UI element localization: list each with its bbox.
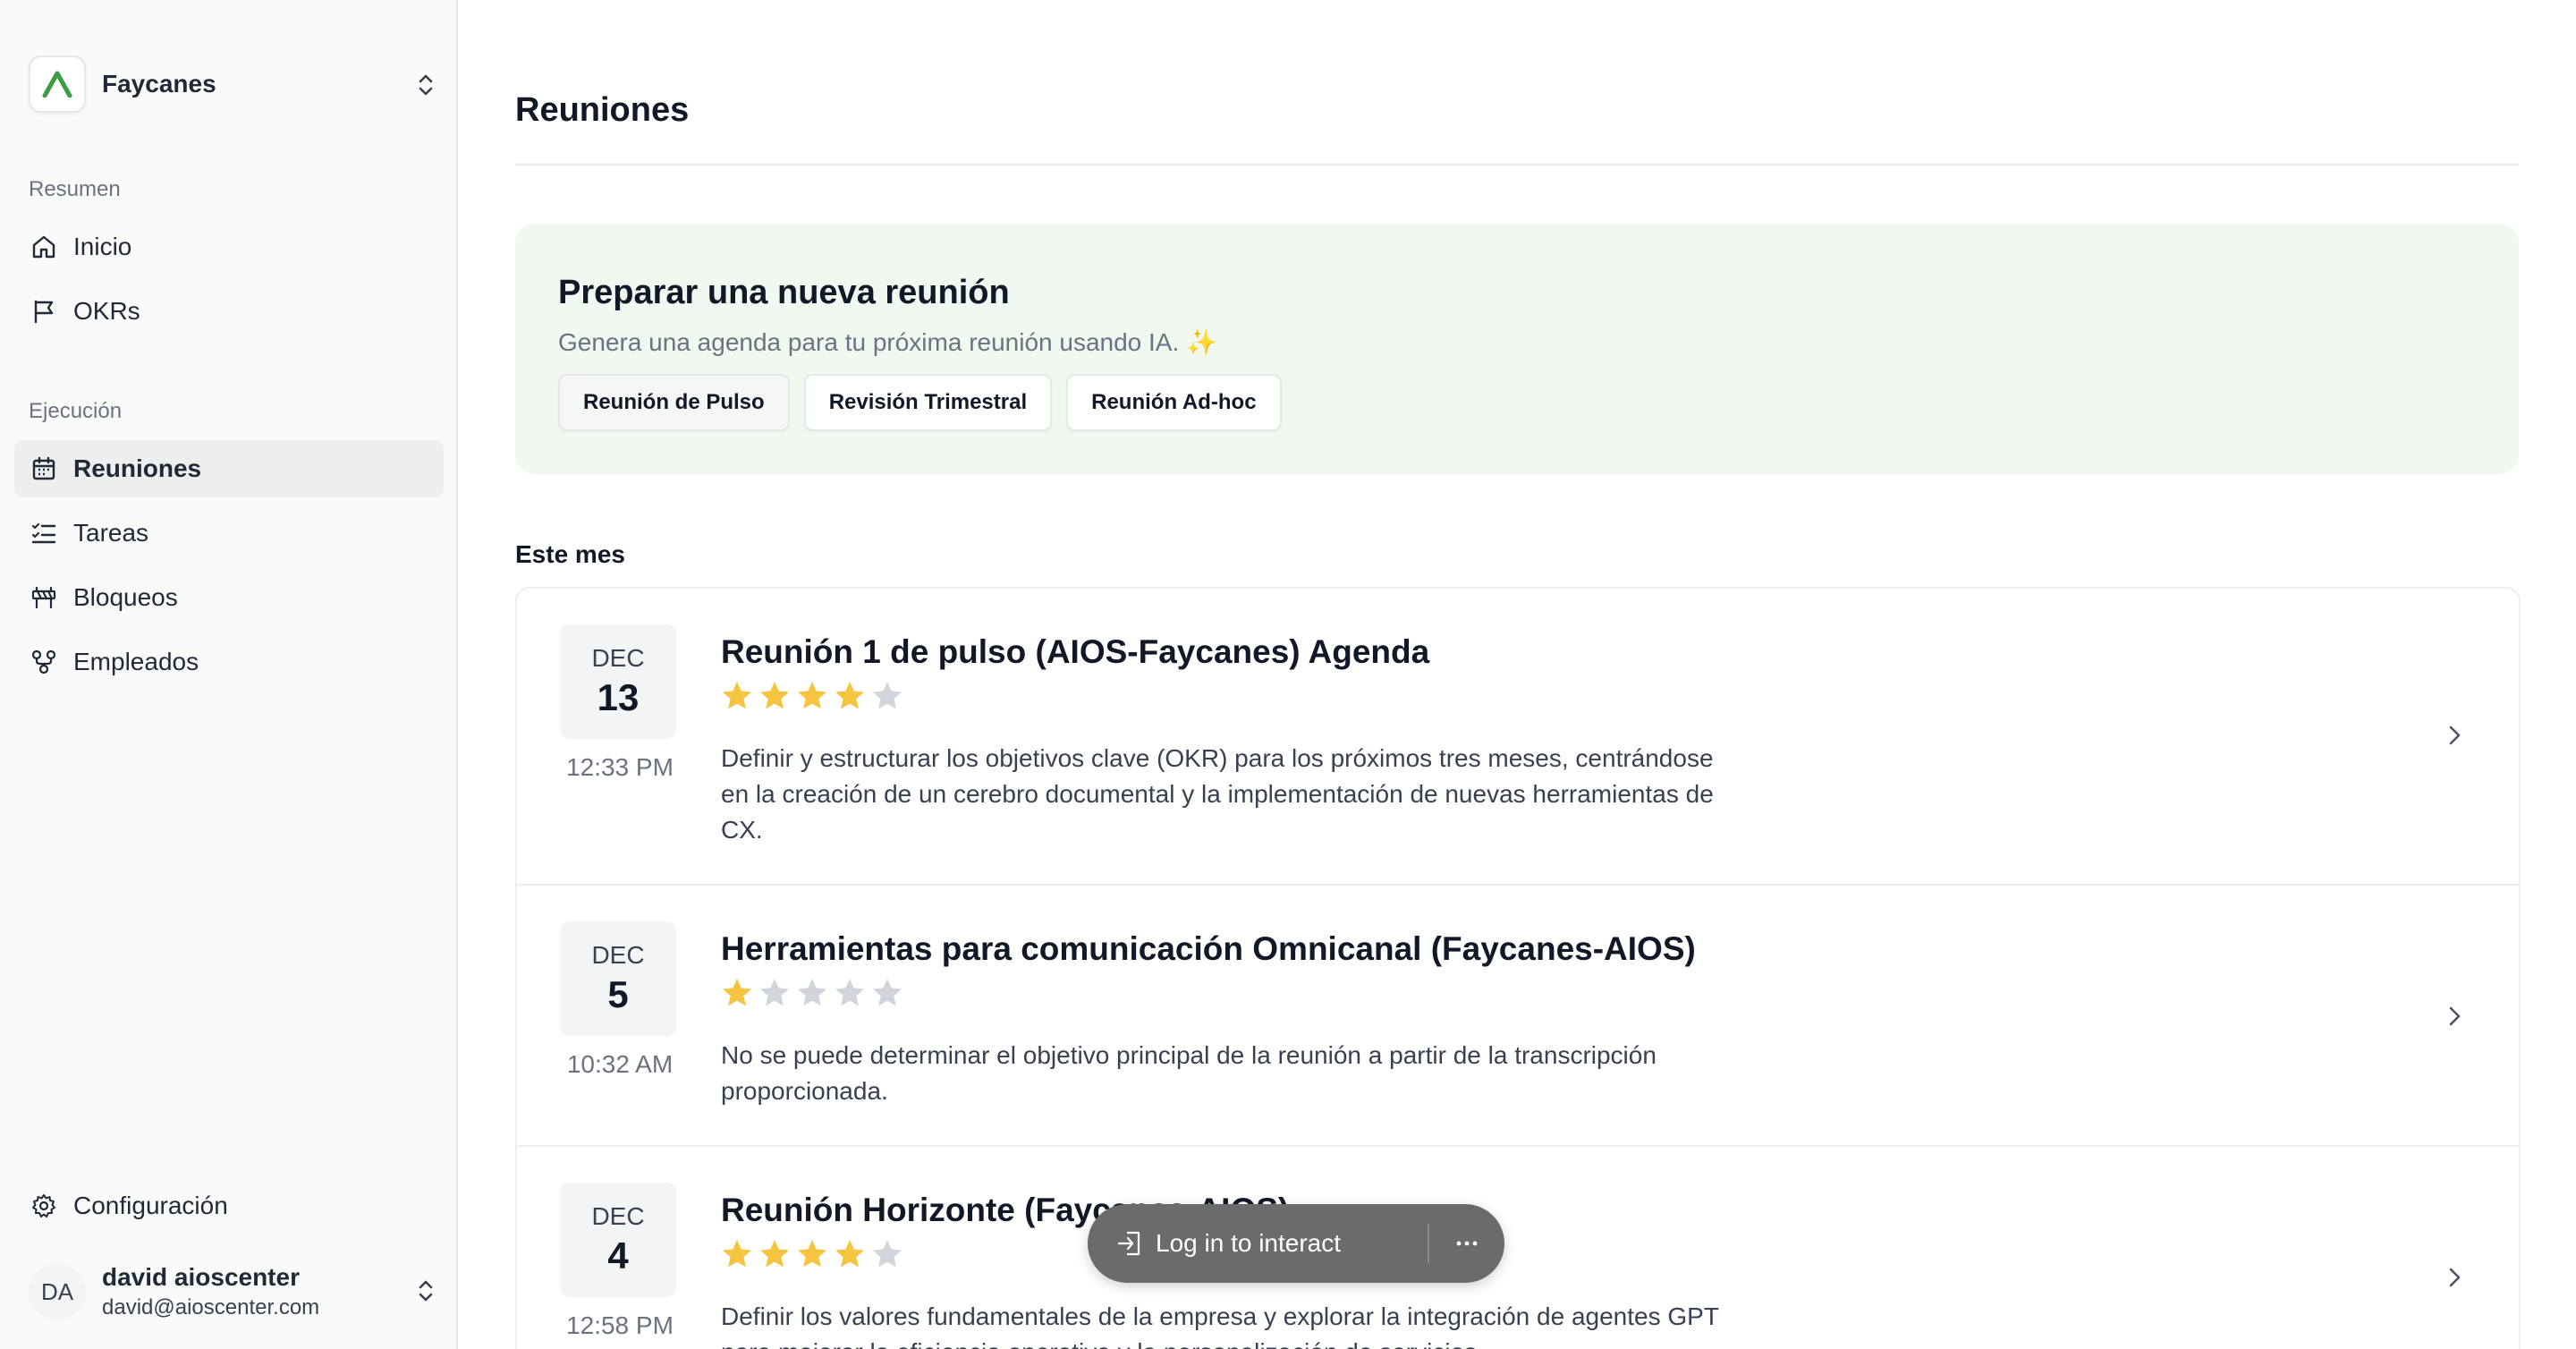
prepare-subtitle: Genera una agenda para tu próxima reunió… [558,328,1217,356]
chevron-right-icon[interactable] [2440,1002,2469,1031]
star-empty-icon [873,1240,902,1268]
sidebar-item-label: Empleados [73,648,199,675]
user-menu[interactable]: DA david aioscenter david@aioscenter.com [29,1258,436,1326]
chevron-right-icon[interactable] [2440,721,2469,750]
workspace-name: Faycanes [102,70,216,98]
adhoc-meeting-button[interactable]: Reunión Ad-hoc [1066,374,1282,431]
user-email: david@aioscenter.com [102,1295,320,1319]
meeting-description: No se puede determinar el objetivo princ… [721,1041,1657,1105]
sidebar-item-label: Bloqueos [73,583,178,611]
meeting-day: 13 [597,676,640,718]
star-empty-icon [760,979,789,1006]
login-label: Log in to interact [1156,1229,1342,1257]
home-icon [30,233,57,260]
meeting-month: DEC [591,941,645,969]
page-title: Reuniones [515,91,690,129]
star-empty-icon [798,979,826,1006]
workspace-switcher[interactable]: Faycanes [29,54,436,115]
meeting-title: Reunión 1 de pulso (AIOS-Faycanes) Agend… [721,633,1430,670]
main-content: Reuniones Preparar una nueva reunión Gen… [458,0,2576,1349]
star-filled-icon [760,682,789,709]
more-options-icon[interactable] [1451,1227,1483,1260]
meeting-row[interactable]: DEC 13 12:33 PM Reunión 1 de pulso (AIOS… [517,589,2519,886]
task-list-icon [30,520,57,547]
meeting-time: 10:32 AM [566,1050,674,1078]
meeting-day: 4 [607,1234,629,1277]
sidebar-item-label: Configuración [73,1192,228,1219]
app-root: Faycanes Resumen Inicio OKRs Ejecución R… [0,0,2576,1349]
sidebar-item-tareas[interactable]: Tareas [14,505,444,562]
star-empty-icon [835,979,864,1006]
meeting-row[interactable]: DEC 4 12:58 PM Reunión Horizonte (Faycan… [517,1147,2519,1349]
pulse-meeting-button[interactable]: Reunión de Pulso [558,374,790,431]
nav-group-label-ejecucion: Ejecución [29,399,123,423]
meeting-description: Definir los valores fundamentales de la … [721,1302,1719,1349]
sidebar-item-reuniones[interactable]: Reuniones [14,440,444,497]
meeting-row[interactable]: DEC 5 10:32 AM Herramientas para comunic… [517,886,2519,1147]
date-badge: DEC 5 [560,921,676,1036]
sidebar-item-label: OKRs [73,297,140,325]
star-rating [721,1238,903,1270]
calendar-icon [30,455,57,482]
star-empty-icon [873,682,902,709]
star-filled-icon [760,1240,789,1268]
meeting-time: 12:33 PM [566,753,674,781]
divider [515,164,2519,165]
sidebar-item-bloqueos[interactable]: Bloqueos [14,569,444,626]
prepare-meeting-card: Preparar una nueva reunión Genera una ag… [515,224,2519,474]
chevron-up-down-icon[interactable] [415,1277,436,1304]
star-filled-icon [723,682,751,709]
nav-group-label-resumen: Resumen [29,177,121,201]
chevron-up-down-icon[interactable] [415,72,436,98]
star-rating [721,977,903,1009]
star-empty-icon [873,979,902,1006]
user-info: david aioscenter david@aioscenter.com [102,1263,319,1320]
star-filled-icon [798,682,826,709]
gear-icon [30,1192,57,1219]
star-filled-icon [723,979,751,1006]
sidebar-item-label: Inicio [73,233,132,260]
login-icon [1117,1231,1140,1256]
sidebar-item-okrs[interactable]: OKRs [14,283,444,340]
date-badge: DEC 4 [560,1183,676,1297]
divider [1428,1224,1429,1263]
meeting-title: Herramientas para comunicación Omnicanal… [721,930,1696,967]
sidebar: Faycanes Resumen Inicio OKRs Ejecución R… [0,0,458,1349]
login-overlay-pill[interactable]: Log in to interact [1088,1204,1504,1283]
star-filled-icon [835,1240,864,1268]
chevron-right-icon[interactable] [2440,1263,2469,1292]
star-filled-icon [835,682,864,709]
prepare-title: Preparar una nueva reunión [558,274,1010,311]
quarterly-review-button[interactable]: Revisión Trimestral [803,374,1053,431]
workspace-logo [29,55,86,113]
sidebar-item-configuracion[interactable]: Configuración [14,1177,444,1234]
avatar: DA [29,1263,86,1320]
meeting-list: DEC 13 12:33 PM Reunión 1 de pulso (AIOS… [515,587,2521,1349]
meeting-time: 12:58 PM [566,1311,674,1339]
date-badge: DEC 13 [560,624,676,739]
sidebar-item-label: Tareas [73,519,149,547]
people-network-icon [30,649,57,675]
meeting-description: Definir y estructurar los objetivos clav… [721,744,1714,844]
star-filled-icon [723,1240,751,1268]
logo-chevron-icon [42,71,72,98]
star-filled-icon [798,1240,826,1268]
meeting-month: DEC [591,644,645,672]
section-label: Este mes [515,540,625,568]
roadblock-icon [30,584,57,611]
meeting-type-buttons: Reunión de Pulso Revisión Trimestral Reu… [558,374,1282,431]
sidebar-item-inicio[interactable]: Inicio [14,218,444,276]
meeting-month: DEC [591,1202,645,1230]
flag-icon [30,298,57,325]
sidebar-item-empleados[interactable]: Empleados [14,633,444,691]
meeting-day: 5 [607,973,629,1015]
sidebar-item-label: Reuniones [73,454,202,482]
user-name: david aioscenter [102,1263,300,1291]
star-rating [721,680,903,712]
